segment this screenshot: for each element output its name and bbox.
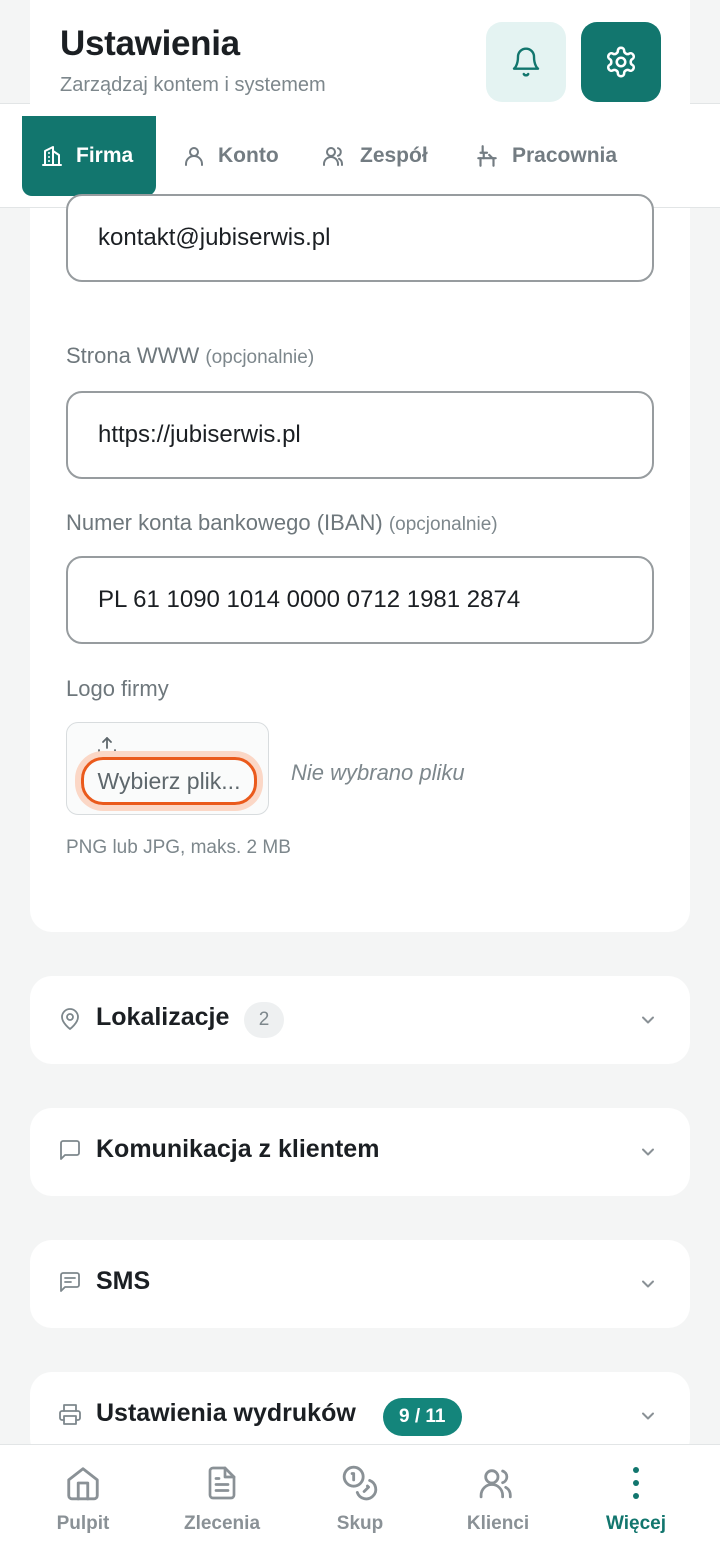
tab-label: Pracownia bbox=[512, 144, 618, 167]
choose-file-button[interactable]: Wybierz plik... bbox=[81, 757, 257, 805]
email-field[interactable]: kontakt@jubiserwis.pl bbox=[66, 194, 654, 282]
company-form: kontakt@jubiserwis.pl Strona WWW (opcjon… bbox=[30, 194, 690, 932]
nav-klienci[interactable]: Klienci bbox=[426, 1445, 570, 1561]
settings-button[interactable] bbox=[581, 22, 661, 102]
message-icon bbox=[60, 1140, 80, 1160]
file-status: Nie wybrano pliku bbox=[291, 760, 465, 785]
settings-tabs: Firma Konto Zespół Pracownia bbox=[0, 104, 720, 208]
tab-pracownia[interactable]: Pracownia bbox=[474, 116, 617, 196]
logo-label: Logo firmy bbox=[66, 676, 169, 701]
iban-field[interactable]: PL 61 1090 1014 0000 0712 1981 2874 bbox=[66, 556, 654, 644]
tab-zespol[interactable]: Zespół bbox=[322, 116, 428, 196]
section-title: Komunikacja z klientem bbox=[96, 1135, 380, 1163]
gear-icon bbox=[606, 46, 636, 78]
building-icon bbox=[42, 146, 62, 166]
workbench-icon bbox=[477, 145, 497, 167]
coins-icon bbox=[342, 1465, 378, 1501]
more-vertical-icon bbox=[633, 1467, 639, 1499]
tab-label: Zespół bbox=[360, 144, 428, 167]
section-komunikacja[interactable]: Komunikacja z klientem bbox=[30, 1108, 690, 1196]
nav-wiecej[interactable]: Więcej bbox=[564, 1445, 708, 1561]
home-icon bbox=[67, 1467, 99, 1501]
sms-icon bbox=[60, 1272, 80, 1292]
nav-label: Więcej bbox=[605, 1513, 667, 1534]
document-icon bbox=[208, 1466, 236, 1500]
tab-label: Firma bbox=[76, 144, 134, 167]
nav-label: Zlecenia bbox=[183, 1513, 261, 1534]
users-icon bbox=[323, 147, 344, 166]
upload-icon bbox=[98, 737, 116, 755]
tab-firma[interactable]: Firma bbox=[22, 116, 156, 196]
nav-skup[interactable]: Skup bbox=[288, 1445, 432, 1561]
nav-pulpit[interactable]: Pulpit bbox=[11, 1445, 155, 1561]
iban-label: Numer konta bankowego (IBAN) (opcjonalni… bbox=[66, 510, 498, 535]
section-title: Lokalizacje bbox=[96, 1003, 230, 1031]
chevron-down-icon bbox=[642, 1280, 654, 1288]
printer-icon bbox=[59, 1404, 81, 1425]
file-hint: PNG lub JPG, maks. 2 MB bbox=[66, 837, 291, 858]
bell-icon bbox=[512, 47, 540, 77]
section-sms[interactable]: SMS bbox=[30, 1240, 690, 1328]
chevron-down-icon bbox=[642, 1148, 654, 1156]
nav-label: Klienci bbox=[466, 1513, 530, 1534]
notifications-button[interactable] bbox=[486, 22, 566, 102]
section-lokalizacje[interactable]: Lokalizacje 2 bbox=[30, 976, 690, 1064]
chevron-down-icon bbox=[642, 1412, 654, 1420]
map-pin-icon bbox=[61, 1008, 79, 1030]
nav-label: Skup bbox=[336, 1513, 384, 1534]
section-title: Ustawienia wydruków bbox=[96, 1399, 356, 1427]
chevron-down-icon bbox=[642, 1016, 654, 1024]
nav-zlecenia[interactable]: Zlecenia bbox=[150, 1445, 294, 1561]
logo-upload[interactable]: Wybierz plik... bbox=[66, 722, 269, 815]
website-label: Strona WWW (opcjonalnie) bbox=[66, 343, 315, 368]
page-subtitle: Zarządzaj kontem i systemem bbox=[60, 74, 326, 96]
bottom-navigation: Pulpit Zlecenia Skup Klienci Więcej bbox=[0, 1444, 720, 1561]
user-icon bbox=[185, 147, 203, 166]
section-title: SMS bbox=[96, 1267, 151, 1295]
users-icon bbox=[479, 1469, 512, 1499]
progress-badge: 9 / 11 bbox=[383, 1398, 462, 1436]
tab-label: Konto bbox=[218, 144, 279, 167]
page-title: Ustawienia bbox=[60, 24, 240, 63]
nav-label: Pulpit bbox=[56, 1513, 110, 1534]
count-badge: 2 bbox=[244, 1002, 284, 1038]
website-field[interactable]: https://jubiserwis.pl bbox=[66, 391, 654, 479]
tab-konto[interactable]: Konto bbox=[182, 116, 279, 196]
